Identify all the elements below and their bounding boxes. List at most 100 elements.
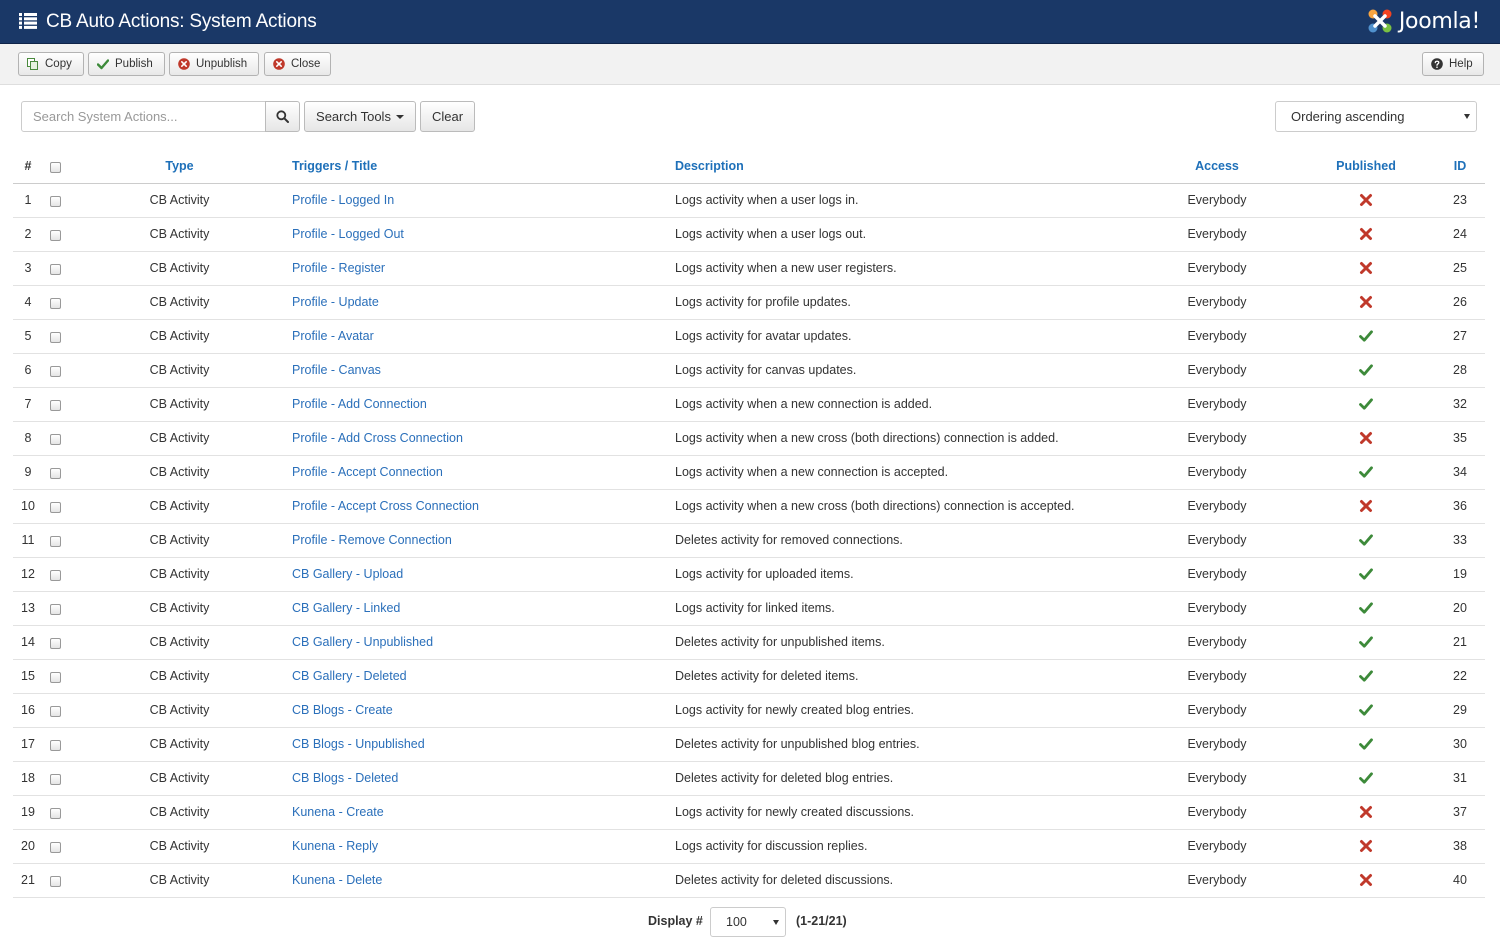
row-published-toggle[interactable] xyxy=(1297,693,1435,728)
row-checkbox[interactable] xyxy=(50,536,61,548)
row-checkbox[interactable] xyxy=(50,196,61,208)
row-checkbox[interactable] xyxy=(50,570,61,582)
row-description: Deletes activity for removed connections… xyxy=(674,523,1137,558)
column-header-description[interactable]: Description xyxy=(674,149,1137,184)
row-published-toggle[interactable] xyxy=(1297,455,1435,490)
row-title-link[interactable]: Profile - Logged In xyxy=(292,193,394,207)
clear-button[interactable]: Clear xyxy=(420,101,475,132)
row-published-toggle[interactable] xyxy=(1297,863,1435,898)
row-id: 40 xyxy=(1435,863,1485,898)
row-checkbox[interactable] xyxy=(50,808,61,820)
row-checkbox[interactable] xyxy=(50,638,61,650)
row-title-link[interactable]: Profile - Accept Connection xyxy=(292,465,443,479)
row-title-link[interactable]: Profile - Avatar xyxy=(292,329,374,343)
row-checkbox[interactable] xyxy=(50,230,61,242)
search-button[interactable] xyxy=(265,101,300,132)
row-published-toggle[interactable] xyxy=(1297,829,1435,864)
row-checkbox[interactable] xyxy=(50,604,61,616)
close-button[interactable]: Close xyxy=(264,52,331,76)
row-checkbox[interactable] xyxy=(50,842,61,854)
search-icon xyxy=(276,110,289,123)
row-published-toggle[interactable] xyxy=(1297,387,1435,422)
unpublish-button[interactable]: Unpublish xyxy=(169,52,259,76)
check-all-checkbox[interactable] xyxy=(50,162,61,174)
row-checkbox[interactable] xyxy=(50,400,61,412)
search-input[interactable] xyxy=(21,101,266,132)
check-icon xyxy=(97,59,109,70)
column-header-id[interactable]: ID xyxy=(1435,149,1485,184)
publish-button[interactable]: Publish xyxy=(88,52,165,76)
help-button[interactable]: Help xyxy=(1422,52,1484,76)
row-description: Logs activity for avatar updates. xyxy=(674,319,1137,354)
row-title-link[interactable]: Profile - Logged Out xyxy=(292,227,404,241)
x-icon xyxy=(1360,500,1372,513)
row-description: Deletes activity for unpublished items. xyxy=(674,625,1137,660)
ordering-select[interactable]: Ordering ascending xyxy=(1275,101,1477,132)
limit-select[interactable]: 100 xyxy=(710,907,786,937)
row-title-link[interactable]: Profile - Add Connection xyxy=(292,397,427,411)
row-title-link[interactable]: Kunena - Delete xyxy=(292,873,382,887)
row-title-link[interactable]: Profile - Canvas xyxy=(292,363,381,377)
row-description: Logs activity when a new connection is a… xyxy=(674,387,1137,422)
clear-label: Clear xyxy=(431,109,464,124)
row-title-link[interactable]: Kunena - Create xyxy=(292,805,384,819)
row-checkbox[interactable] xyxy=(50,366,61,378)
row-checkbox[interactable] xyxy=(50,774,61,786)
row-published-toggle[interactable] xyxy=(1297,591,1435,626)
row-title-link[interactable]: Kunena - Reply xyxy=(292,839,378,853)
row-access: Everybody xyxy=(1137,727,1297,762)
x-icon xyxy=(1360,432,1372,445)
row-checkbox[interactable] xyxy=(50,434,61,446)
row-published-toggle[interactable] xyxy=(1297,183,1435,218)
row-number: 12 xyxy=(13,557,43,592)
row-published-toggle[interactable] xyxy=(1297,353,1435,388)
row-title-link[interactable]: CB Blogs - Deleted xyxy=(292,771,398,785)
app-header: CB Auto Actions: System Actions Joomla! xyxy=(0,0,1500,44)
row-published-toggle[interactable] xyxy=(1297,319,1435,354)
row-title-cell: CB Blogs - Unpublished xyxy=(291,727,674,762)
column-header-access[interactable]: Access xyxy=(1137,149,1297,184)
row-published-toggle[interactable] xyxy=(1297,523,1435,558)
row-checkbox[interactable] xyxy=(50,468,61,480)
system-actions-table: # Type Triggers / Title Description Acce… xyxy=(13,149,1485,898)
row-published-toggle[interactable] xyxy=(1297,625,1435,660)
joomla-logo[interactable]: Joomla! xyxy=(1365,6,1480,36)
row-checkbox[interactable] xyxy=(50,298,61,310)
row-published-toggle[interactable] xyxy=(1297,557,1435,592)
row-title-link[interactable]: Profile - Register xyxy=(292,261,385,275)
row-title-link[interactable]: CB Gallery - Deleted xyxy=(292,669,407,683)
row-checkbox[interactable] xyxy=(50,876,61,888)
row-published-toggle[interactable] xyxy=(1297,421,1435,456)
row-title-link[interactable]: Profile - Accept Cross Connection xyxy=(292,499,479,513)
column-header-published[interactable]: Published xyxy=(1297,149,1435,184)
row-title-link[interactable]: Profile - Add Cross Connection xyxy=(292,431,463,445)
row-title-link[interactable]: Profile - Update xyxy=(292,295,379,309)
copy-button[interactable]: Copy xyxy=(18,52,84,76)
row-checkbox[interactable] xyxy=(50,502,61,514)
row-title-link[interactable]: CB Blogs - Create xyxy=(292,703,393,717)
row-checkbox[interactable] xyxy=(50,706,61,718)
row-published-toggle[interactable] xyxy=(1297,489,1435,524)
table-row: 13 CB Activity CB Gallery - Linked Logs act… xyxy=(13,591,1485,626)
row-published-toggle[interactable] xyxy=(1297,285,1435,320)
row-published-toggle[interactable] xyxy=(1297,727,1435,762)
row-published-toggle[interactable] xyxy=(1297,251,1435,286)
row-checkbox[interactable] xyxy=(50,740,61,752)
row-published-toggle[interactable] xyxy=(1297,217,1435,252)
row-checkbox[interactable] xyxy=(50,332,61,344)
check-icon xyxy=(1359,738,1373,750)
row-title-link[interactable]: Profile - Remove Connection xyxy=(292,533,452,547)
row-title-link[interactable]: CB Gallery - Upload xyxy=(292,567,403,581)
search-tools-button[interactable]: Search Tools xyxy=(304,101,416,132)
row-title-link[interactable]: CB Gallery - Unpublished xyxy=(292,635,433,649)
row-published-toggle[interactable] xyxy=(1297,659,1435,694)
row-title-link[interactable]: CB Blogs - Unpublished xyxy=(292,737,425,751)
column-header-title[interactable]: Triggers / Title xyxy=(291,149,674,184)
row-checkbox[interactable] xyxy=(50,264,61,276)
row-published-toggle[interactable] xyxy=(1297,761,1435,796)
row-title-link[interactable]: CB Gallery - Linked xyxy=(292,601,400,615)
row-checkbox[interactable] xyxy=(50,672,61,684)
row-published-toggle[interactable] xyxy=(1297,795,1435,830)
check-icon xyxy=(1359,364,1373,376)
column-header-type[interactable]: Type xyxy=(68,149,291,184)
